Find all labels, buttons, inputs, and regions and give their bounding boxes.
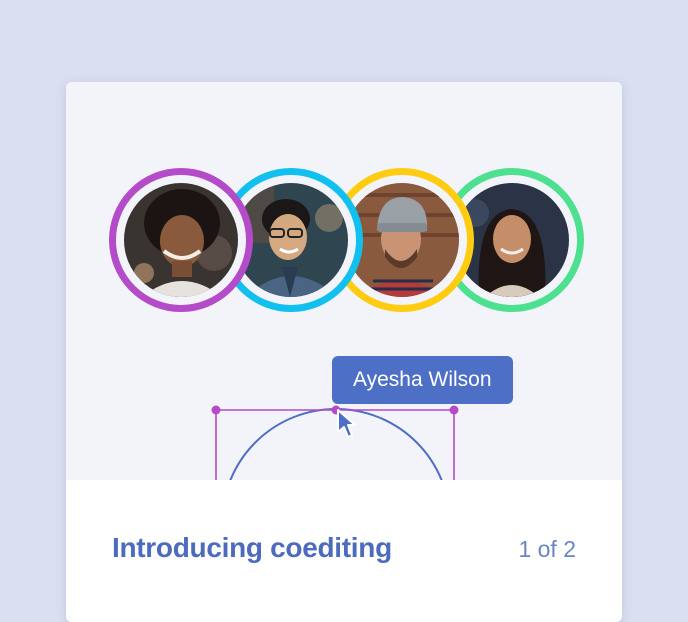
- coediting-illustration: Ayesha Wilson: [66, 82, 622, 480]
- page-indicator: 1 of 2: [518, 536, 576, 562]
- resize-handle-right: [449, 405, 459, 415]
- cursor-icon: [337, 409, 356, 438]
- card-footer: Introducing coediting 1 of 2: [66, 480, 622, 622]
- resize-handle-left: [211, 405, 221, 415]
- collaborator-avatar: [109, 168, 253, 312]
- collaborator-name-tooltip: Ayesha Wilson: [332, 356, 513, 404]
- onboarding-card: Ayesha Wilson Introducing coediting 1 of…: [66, 82, 622, 622]
- card-title: Introducing coediting: [112, 532, 392, 563]
- person-curly-hair-icon: [124, 183, 238, 297]
